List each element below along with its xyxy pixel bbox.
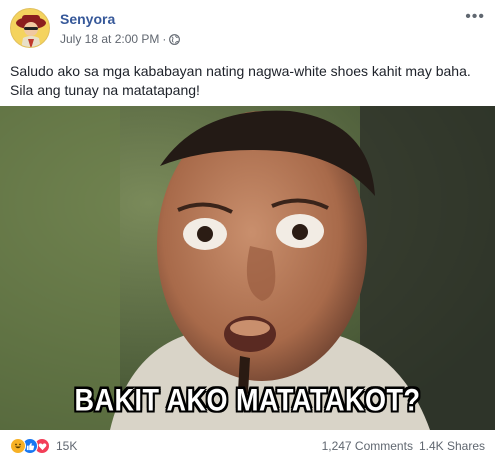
meme-photo: [0, 106, 495, 430]
post-text-line: Saludo ako sa mga kababayan nating nagwa…: [10, 63, 471, 79]
meta-separator: ·: [162, 32, 167, 46]
facebook-post: Senyora July 18 at 2:00 PM · ••• Saludo …: [0, 0, 495, 466]
reaction-count[interactable]: 15K: [56, 439, 77, 453]
haha-reaction-icon: [10, 438, 26, 454]
globe-icon[interactable]: [169, 33, 181, 45]
author-name[interactable]: Senyora: [60, 11, 115, 27]
post-text-line: Sila ang tunay na matatapang!: [10, 82, 200, 98]
post-text: Saludo ako sa mga kababayan nating nagwa…: [10, 62, 486, 100]
post-image[interactable]: BAKIT AKO MATATAKOT?: [0, 106, 495, 430]
post-stats: 1,247 Comments 1.4K Shares: [322, 439, 485, 453]
comments-count-link[interactable]: 1,247 Comments: [322, 439, 413, 453]
shares-count-link[interactable]: 1.4K Shares: [419, 439, 485, 453]
post-footer: 15K 1,247 Comments 1.4K Shares: [10, 434, 485, 458]
avatar[interactable]: [10, 8, 50, 48]
post-timestamp[interactable]: July 18 at 2:00 PM: [60, 32, 159, 46]
post-meta: July 18 at 2:00 PM ·: [60, 32, 181, 46]
post-header: Senyora July 18 at 2:00 PM · •••: [10, 8, 485, 52]
reactions-summary[interactable]: 15K: [10, 438, 77, 454]
more-options-button[interactable]: •••: [465, 8, 485, 26]
meme-caption: BAKIT AKO MATATAKOT?: [74, 382, 421, 418]
